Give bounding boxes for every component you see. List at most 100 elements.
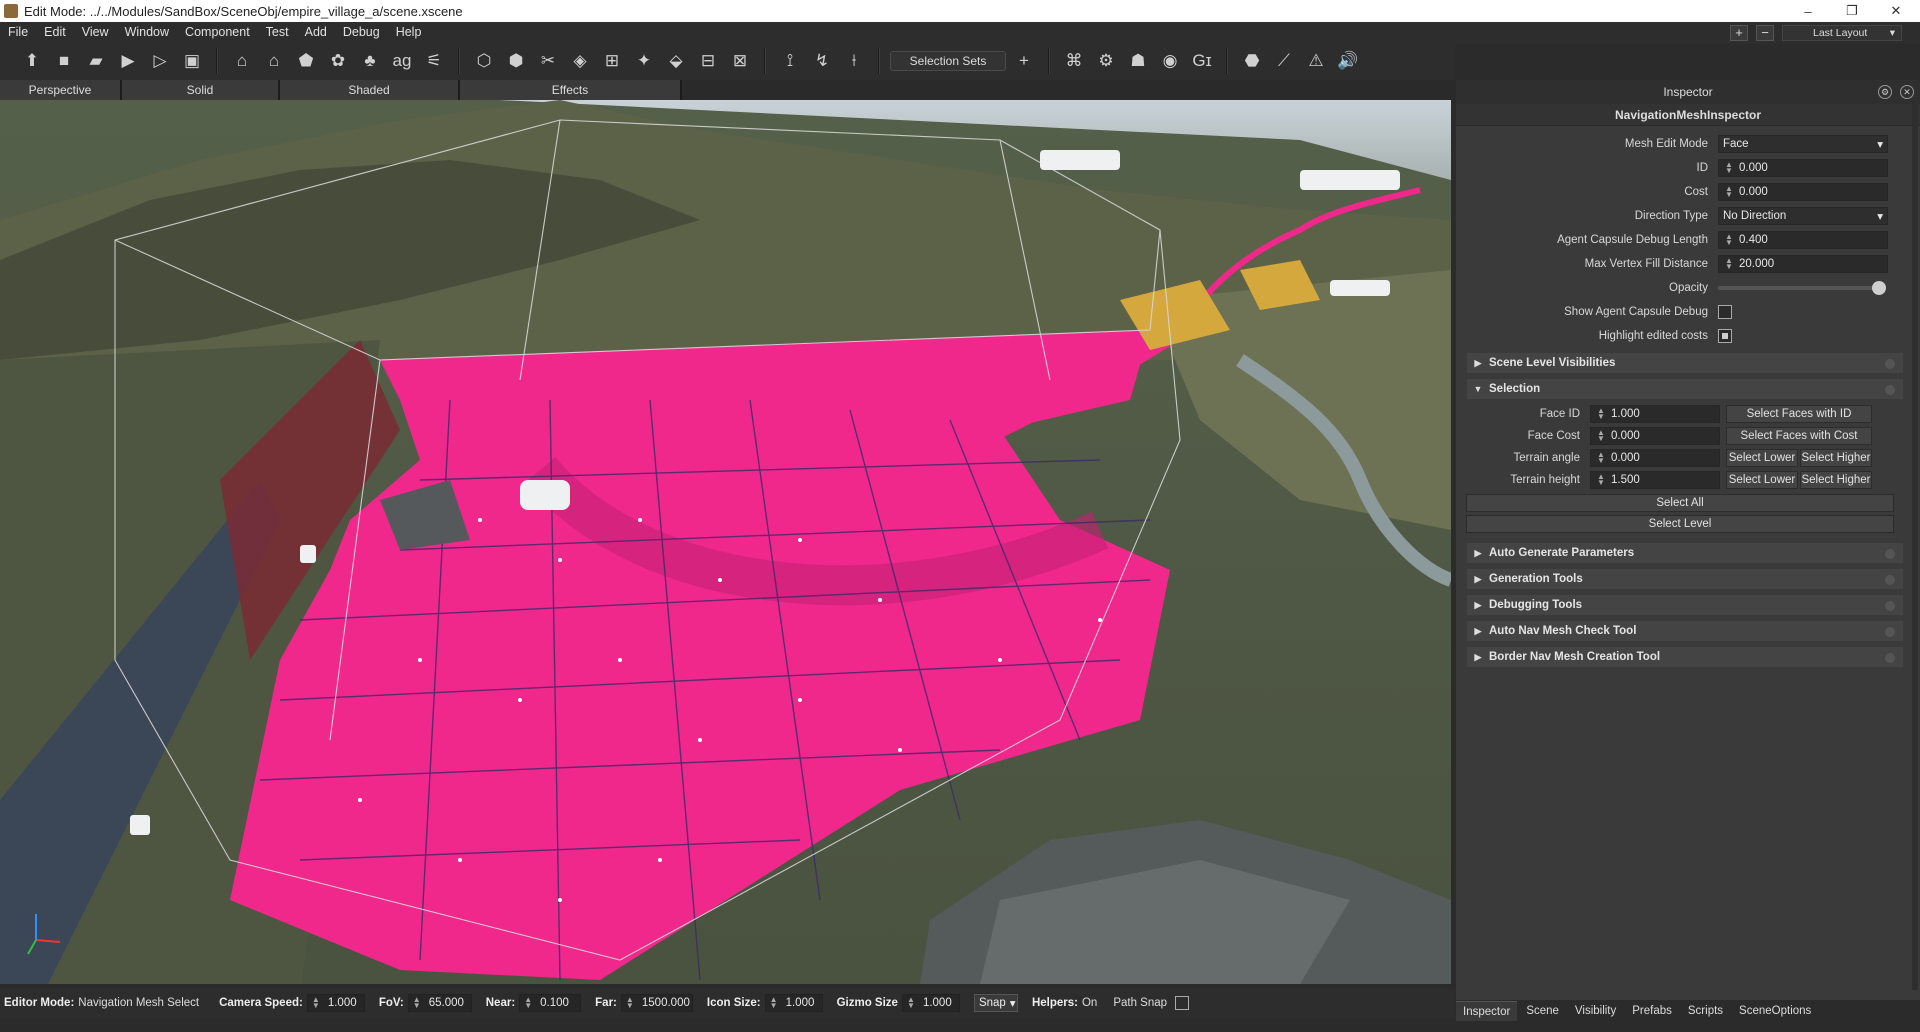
- play-icon[interactable]: ▶: [114, 47, 142, 75]
- deform-icon[interactable]: ⚟: [420, 47, 448, 75]
- tab-scene[interactable]: Scene: [1519, 1001, 1566, 1021]
- house3-icon[interactable]: ⬟: [292, 47, 320, 75]
- tab-effects[interactable]: Effects: [460, 80, 682, 100]
- cube-plus-icon[interactable]: ⬢: [502, 47, 530, 75]
- path-icon[interactable]: ⊟: [694, 47, 722, 75]
- face-id-field[interactable]: ▲ ▼ 1.000: [1590, 405, 1720, 423]
- section-scene-level-visibilities[interactable]: ▶ Scene Level Visibilities: [1466, 352, 1904, 374]
- sphere-icon[interactable]: ◉: [1156, 47, 1184, 75]
- tool-icon[interactable]: ☗: [1124, 47, 1152, 75]
- house-icon[interactable]: ⌂: [228, 47, 256, 75]
- spinner-icon[interactable]: ▲ ▼: [905, 996, 917, 1010]
- play-outline-icon[interactable]: ▷: [146, 47, 174, 75]
- open-icon[interactable]: ▰: [82, 47, 110, 75]
- section-debugging-tools[interactable]: ▶ Debugging Tools: [1466, 594, 1904, 616]
- spinner-icon[interactable]: ▲ ▼: [1595, 473, 1607, 487]
- cube-bake-icon[interactable]: ⬙: [662, 47, 690, 75]
- gi-icon[interactable]: Gɪ: [1188, 47, 1216, 75]
- select-lower-height-button[interactable]: Select Lower: [1726, 471, 1798, 489]
- section-generation-tools[interactable]: ▶ Generation Tools: [1466, 568, 1904, 590]
- spinner-icon[interactable]: ▲ ▼: [310, 996, 322, 1010]
- gizmo-size-field[interactable]: ▲ ▼ 1.000: [901, 994, 960, 1012]
- near-field[interactable]: ▲ ▼ 0.100: [519, 994, 582, 1012]
- cut-icon[interactable]: ✂: [534, 47, 562, 75]
- add-selection-set-button[interactable]: +: [1010, 47, 1038, 75]
- sound-icon[interactable]: 🔊: [1334, 47, 1362, 75]
- menu-edit[interactable]: Edit: [36, 25, 74, 39]
- camera-icon[interactable]: ⌘: [1060, 47, 1088, 75]
- spinner-icon[interactable]: ▲ ▼: [1595, 451, 1607, 465]
- gear-icon[interactable]: ⚙: [1878, 85, 1892, 99]
- mesh-icon[interactable]: ⊞: [598, 47, 626, 75]
- warning-icon[interactable]: ⚠: [1302, 47, 1330, 75]
- terrain-height-field[interactable]: ▲ ▼ 1.500: [1590, 471, 1720, 489]
- spinner-icon[interactable]: ▲ ▼: [1595, 429, 1607, 443]
- section-border-nav-mesh-creation-tool[interactable]: ▶ Border Nav Mesh Creation Tool: [1466, 646, 1904, 668]
- menu-help[interactable]: Help: [388, 25, 430, 39]
- snap-icon[interactable]: ⟟: [776, 47, 804, 75]
- tab-sceneoptions[interactable]: SceneOptions: [1732, 1001, 1818, 1021]
- cost-field[interactable]: ▲ ▼ 0.000: [1718, 183, 1888, 201]
- cube-icon[interactable]: ⬡: [470, 47, 498, 75]
- spinner-icon[interactable]: ▲ ▼: [1723, 233, 1735, 247]
- snap-select[interactable]: Snap ▾: [973, 994, 1018, 1012]
- menu-test[interactable]: Test: [258, 25, 297, 39]
- agent-capsule-length-field[interactable]: ▲ ▼ 0.400: [1718, 231, 1888, 249]
- spinner-icon[interactable]: ▲ ▼: [1723, 257, 1735, 271]
- house2-icon[interactable]: ⌂: [260, 47, 288, 75]
- menu-view[interactable]: View: [74, 25, 117, 39]
- menu-component[interactable]: Component: [177, 25, 258, 39]
- spinner-icon[interactable]: ▲ ▼: [1595, 407, 1607, 421]
- fov-field[interactable]: ▲ ▼ 65.000: [407, 994, 472, 1012]
- selection-sets-button[interactable]: Selection Sets: [890, 51, 1006, 71]
- show-agent-capsule-checkbox[interactable]: [1718, 305, 1732, 319]
- remove-layout-button[interactable]: −: [1756, 25, 1774, 41]
- particle-icon[interactable]: ✦: [630, 47, 658, 75]
- select-all-button[interactable]: Select All: [1466, 494, 1894, 512]
- select-faces-with-id-button[interactable]: Select Faces with ID: [1726, 405, 1872, 423]
- tab-perspective[interactable]: Perspective: [0, 80, 122, 100]
- measure-icon[interactable]: ⟊: [840, 47, 868, 75]
- tab-inspector[interactable]: Inspector: [1456, 1001, 1518, 1021]
- tab-scripts[interactable]: Scripts: [1681, 1001, 1730, 1021]
- spinner-icon[interactable]: ▲ ▼: [1723, 161, 1735, 175]
- tree-icon[interactable]: ♣: [356, 47, 384, 75]
- rotate-icon[interactable]: ↯: [808, 47, 836, 75]
- select-lower-angle-button[interactable]: Select Lower: [1726, 449, 1798, 467]
- select-higher-height-button[interactable]: Select Higher: [1800, 471, 1872, 489]
- mesh-edit-mode-select[interactable]: Face ▾: [1718, 135, 1888, 153]
- helpers-value[interactable]: On: [1082, 997, 1097, 1009]
- settings-icon[interactable]: ⚙: [1092, 47, 1120, 75]
- section-auto-generate-parameters[interactable]: ▶ Auto Generate Parameters: [1466, 542, 1904, 564]
- camera-speed-field[interactable]: ▲ ▼ 1.000: [306, 994, 365, 1012]
- cube-edit-icon[interactable]: ◈: [566, 47, 594, 75]
- restore-button[interactable]: ❐: [1830, 0, 1874, 22]
- add-layout-button[interactable]: +: [1730, 25, 1748, 41]
- highlight-edited-costs-checkbox[interactable]: [1718, 329, 1732, 343]
- icon-size-field[interactable]: ▲ ▼ 1.000: [764, 994, 823, 1012]
- scene-viewport[interactable]: [0, 100, 1451, 984]
- close-icon[interactable]: ✕: [1900, 85, 1914, 99]
- tab-visibility[interactable]: Visibility: [1568, 1001, 1623, 1021]
- select-level-button[interactable]: Select Level: [1466, 515, 1894, 533]
- far-field[interactable]: ▲ ▼ 1500.000: [620, 994, 693, 1012]
- menu-add[interactable]: Add: [297, 25, 335, 39]
- layout-select[interactable]: Last Layout ▾: [1782, 25, 1902, 41]
- save-icon[interactable]: ■: [50, 47, 78, 75]
- id-field[interactable]: ▲ ▼ 0.000: [1718, 159, 1888, 177]
- spinner-icon[interactable]: ▲ ▼: [1723, 185, 1735, 199]
- minimize-button[interactable]: –: [1786, 0, 1830, 22]
- max-vertex-fill-field[interactable]: ▲ ▼ 20.000: [1718, 255, 1888, 273]
- close-button[interactable]: ✕: [1874, 0, 1918, 22]
- ruler-icon[interactable]: ⟋: [1270, 47, 1298, 75]
- path-snap-checkbox[interactable]: [1175, 996, 1190, 1010]
- tab-prefabs[interactable]: Prefabs: [1625, 1001, 1679, 1021]
- text-icon[interactable]: ag: [388, 47, 416, 75]
- menu-file[interactable]: File: [0, 25, 36, 39]
- spinner-icon[interactable]: ▲ ▼: [624, 996, 636, 1010]
- menu-window[interactable]: Window: [117, 25, 177, 39]
- direction-type-select[interactable]: No Direction ▾: [1718, 207, 1888, 225]
- face-cost-field[interactable]: ▲ ▼ 0.000: [1590, 427, 1720, 445]
- tab-shaded[interactable]: Shaded: [280, 80, 460, 100]
- spinner-icon[interactable]: ▲ ▼: [411, 996, 423, 1010]
